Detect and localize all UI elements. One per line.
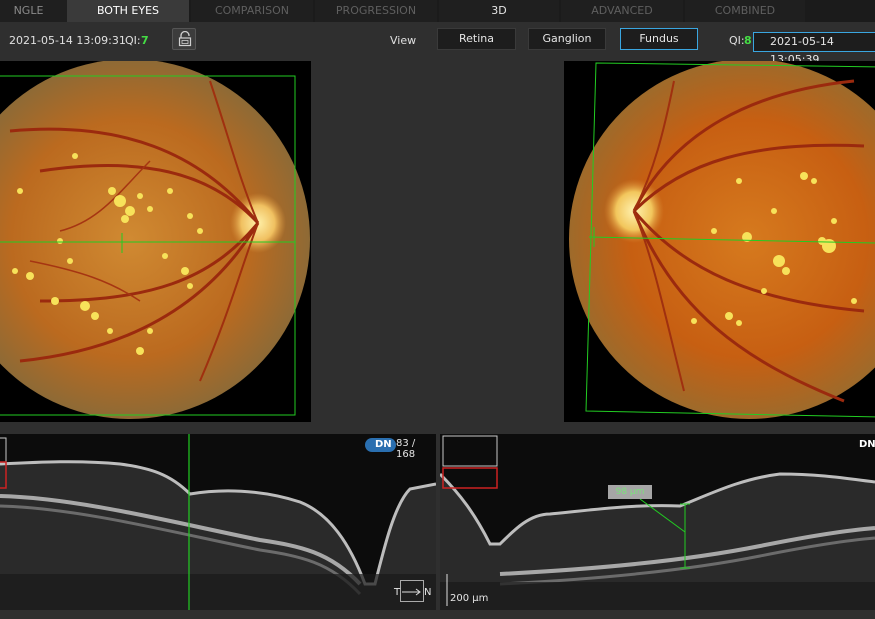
orientation-temporal-label: T <box>394 587 401 598</box>
left-slice-counter: 83 / 168 <box>396 438 416 460</box>
left-fundus-image[interactable] <box>0 61 311 422</box>
lock-icon <box>178 31 192 47</box>
view-fundus-button[interactable]: Fundus <box>620 28 698 50</box>
exam-toolbar: 2021-05-14 13:09:31 QI: 7 View Retina Ga… <box>0 22 875 66</box>
left-qi-label: QI: <box>125 34 141 47</box>
right-retina-layers <box>440 472 875 610</box>
tab-3d[interactable]: 3D <box>439 0 559 22</box>
left-exam-timestamp: 2021-05-14 13:09:31 <box>9 34 126 47</box>
arrow-right-icon <box>402 588 421 596</box>
view-label: View <box>390 34 417 47</box>
left-fundus-retina <box>0 61 310 419</box>
tab-both-eyes[interactable]: BOTH EYES <box>67 0 189 22</box>
mode-tab-bar: NGLE BOTH EYES COMPARISON PROGRESSION 3D… <box>0 0 875 22</box>
tab-progression[interactable]: PROGRESSION <box>315 0 437 22</box>
right-fundus-image[interactable] <box>564 61 875 422</box>
left-qi-value: 7 <box>141 34 149 47</box>
tab-comparison[interactable]: COMPARISON <box>191 0 313 22</box>
scale-bar-label: 200 µm <box>450 593 489 604</box>
right-qi-label: QI: <box>729 34 745 47</box>
measurement-label: 98 µm <box>608 485 652 499</box>
right-dn-badge: DN <box>859 439 875 450</box>
tab-single[interactable]: NGLE <box>0 0 67 22</box>
right-oct-bscan[interactable]: DN 98 µm 200 µm <box>440 434 875 610</box>
tab-advanced[interactable]: ADVANCED <box>561 0 683 22</box>
left-oct-bscan[interactable]: DN 83 / 168 T N <box>0 434 436 610</box>
view-ganglion-button[interactable]: Ganglion <box>528 28 606 50</box>
orientation-nasal-label: N <box>424 587 432 598</box>
view-retina-button[interactable]: Retina <box>437 28 516 50</box>
lock-button[interactable] <box>172 28 196 50</box>
tab-combined[interactable]: COMBINED <box>685 0 805 22</box>
right-exam-date-selector[interactable]: 2021-05-14 13:05:39 <box>753 32 875 66</box>
left-retina-layers <box>0 460 436 610</box>
left-dn-badge: DN <box>365 438 396 452</box>
right-qi-value: 8 <box>744 34 752 47</box>
